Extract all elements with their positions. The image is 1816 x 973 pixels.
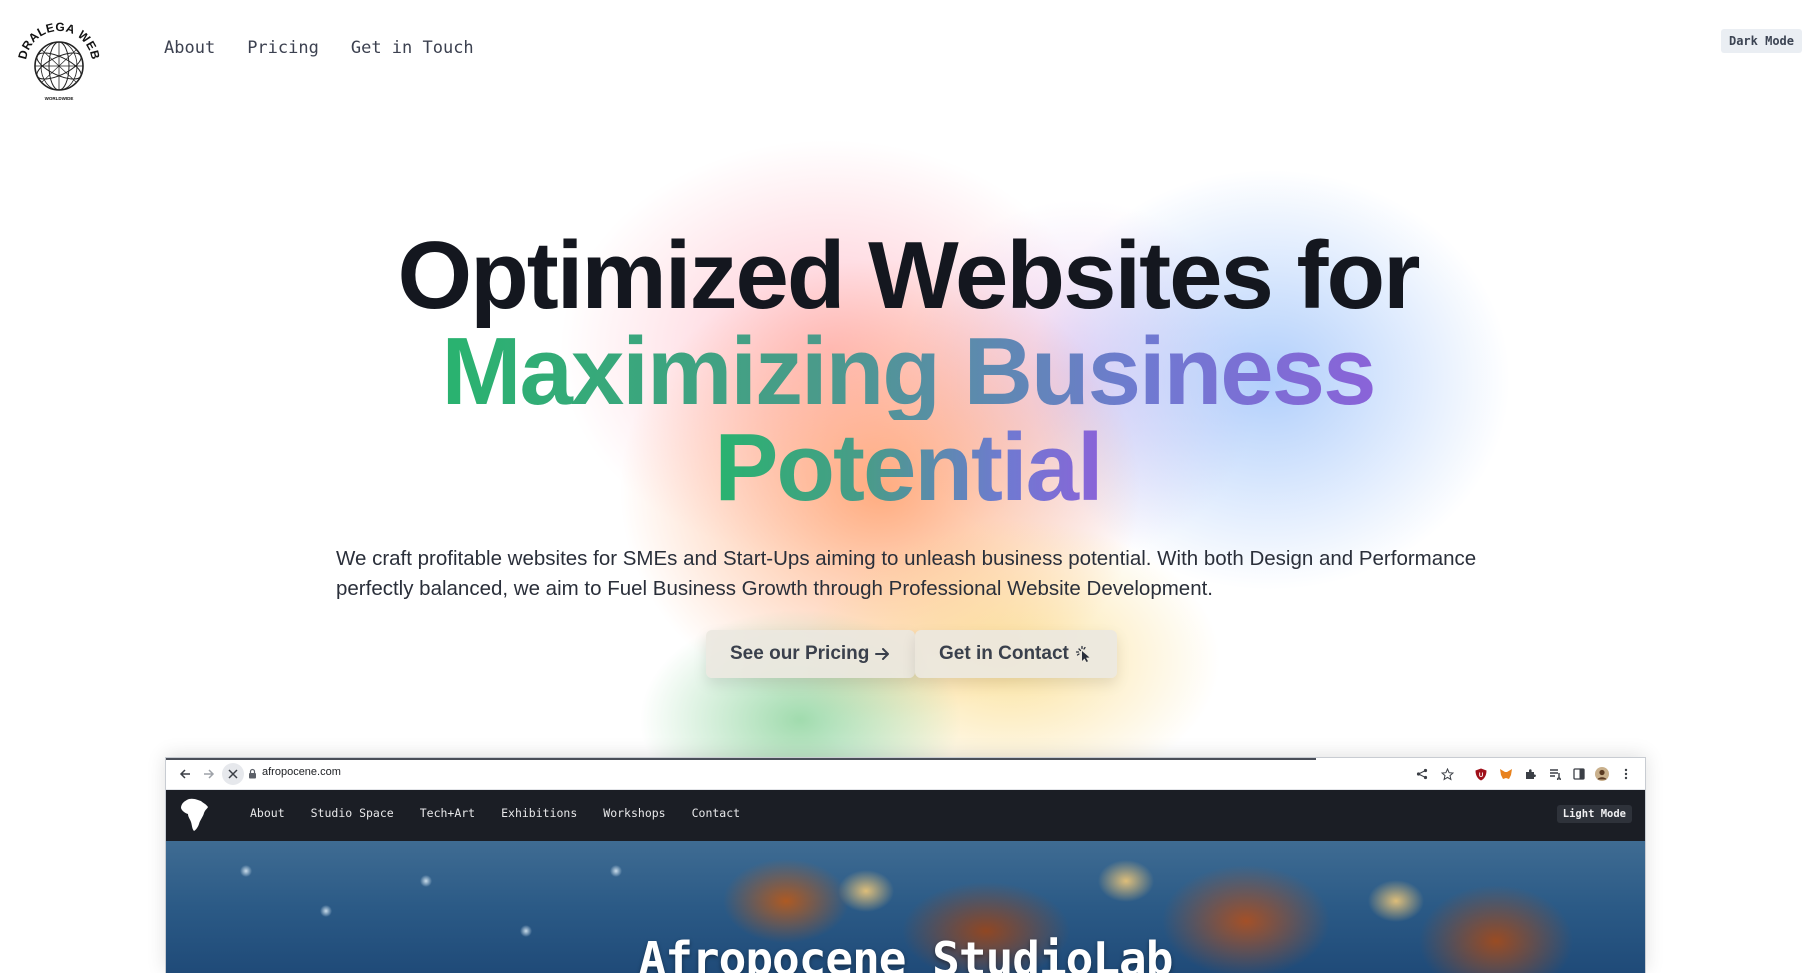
share-icon[interactable] <box>1414 766 1430 782</box>
svg-text:WORLDWIDE: WORLDWIDE <box>45 96 74 101</box>
get-in-contact-label: Get in Contact <box>939 643 1069 664</box>
headline-line-3: Potential <box>714 414 1103 521</box>
nav-get-in-touch[interactable]: Get in Touch <box>351 38 474 58</box>
main-nav: About Pricing Get in Touch <box>164 38 474 58</box>
stop-loading-icon[interactable] <box>222 763 244 785</box>
mockup-nav-contact[interactable]: Contact <box>692 806 740 820</box>
website-screenshot-mockup: afropocene.com U About Studio Space Tech… <box>165 757 1646 973</box>
ublock-extension-icon[interactable]: U <box>1473 766 1489 782</box>
cursor-click-icon <box>1075 645 1090 662</box>
reading-list-icon[interactable] <box>1547 766 1563 782</box>
headline-line-1: Optimized Websites for <box>397 222 1420 329</box>
mockup-hero-title: Afropocene StudioLab <box>638 932 1174 973</box>
lock-icon <box>249 768 256 779</box>
africa-logo-icon[interactable] <box>180 798 210 832</box>
metamask-extension-icon[interactable] <box>1498 766 1514 782</box>
headline-line-2: Maximizing Business <box>441 318 1377 425</box>
loading-bar <box>166 758 1316 760</box>
dralega-logo[interactable]: DRALEGA WEB OPS WORLDWIDE <box>13 9 102 102</box>
nav-pricing[interactable]: Pricing <box>247 38 319 58</box>
get-in-contact-button[interactable]: Get in Contact <box>915 630 1117 678</box>
bookmark-star-icon[interactable] <box>1439 766 1455 782</box>
extensions-puzzle-icon[interactable] <box>1523 766 1539 782</box>
browser-toolbar: afropocene.com U <box>166 758 1645 790</box>
mockup-nav-exhibitions[interactable]: Exhibitions <box>501 806 577 820</box>
back-icon[interactable] <box>176 765 194 783</box>
side-panel-icon[interactable] <box>1571 766 1587 782</box>
see-pricing-button[interactable]: See our Pricing <box>706 630 916 678</box>
globe-icon: DRALEGA WEB OPS WORLDWIDE <box>13 9 102 101</box>
svg-text:U: U <box>1479 773 1483 779</box>
mockup-nav-tech-art[interactable]: Tech+Art <box>420 806 475 820</box>
nav-about[interactable]: About <box>164 38 215 58</box>
browser-menu-icon[interactable] <box>1618 766 1634 782</box>
mockup-nav-about[interactable]: About <box>250 806 285 820</box>
mockup-light-mode-toggle[interactable]: Light Mode <box>1556 805 1632 823</box>
mockup-site-nav: About Studio Space Tech+Art Exhibitions … <box>166 790 1645 841</box>
profile-avatar-icon[interactable] <box>1594 766 1610 782</box>
forward-icon[interactable] <box>200 765 218 783</box>
address-bar-url[interactable]: afropocene.com <box>262 766 341 778</box>
dark-mode-toggle[interactable]: Dark Mode <box>1720 29 1802 53</box>
hero-headline: Optimized Websites for Maximizing Busine… <box>0 228 1816 516</box>
mockup-site: About Studio Space Tech+Art Exhibitions … <box>166 790 1645 973</box>
see-pricing-label: See our Pricing <box>730 643 870 664</box>
hero-subtext: We craft profitable websites for SMEs an… <box>336 547 1477 600</box>
mockup-nav-studio-space[interactable]: Studio Space <box>311 806 394 820</box>
mockup-nav-workshops[interactable]: Workshops <box>603 806 665 820</box>
mockup-site-links: About Studio Space Tech+Art Exhibitions … <box>250 806 740 820</box>
arrow-right-icon <box>875 648 890 660</box>
